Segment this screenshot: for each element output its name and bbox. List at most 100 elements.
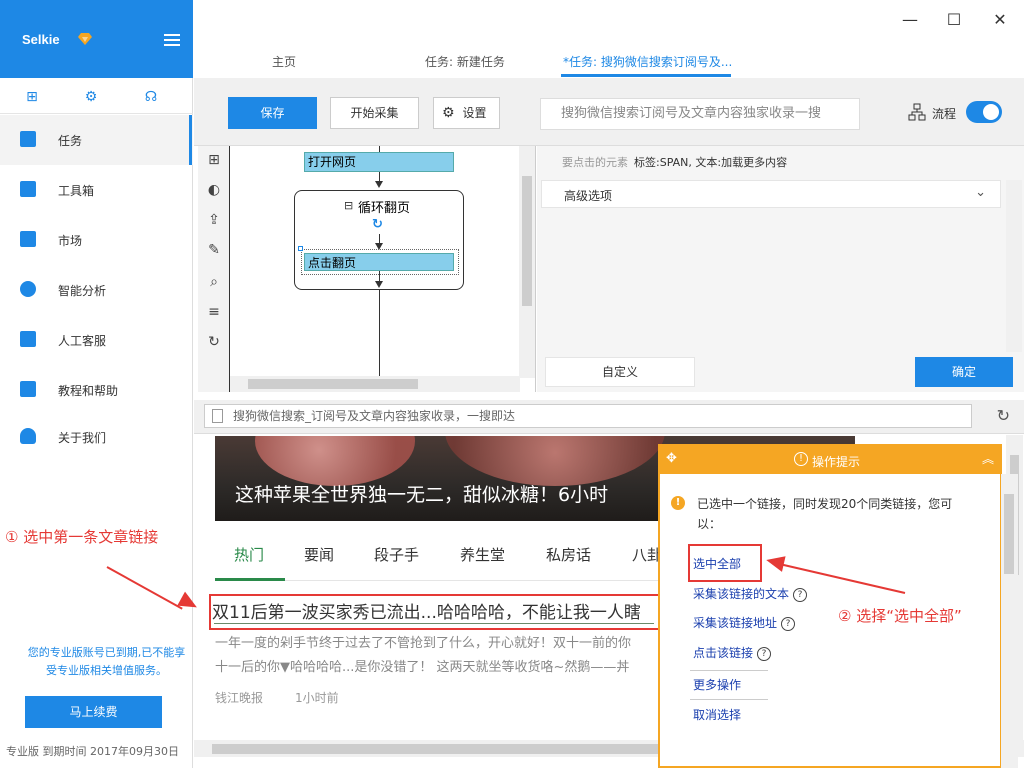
task-doc-icon: [20, 131, 36, 147]
brand-bar: Selkie: [0, 0, 193, 78]
click-link-link[interactable]: 点击该链接?: [693, 644, 772, 661]
help-icon[interactable]: ?: [757, 646, 772, 661]
nav-tab-hot[interactable]: 热门: [234, 544, 264, 565]
gear-icon: ⚙: [442, 105, 455, 121]
tab-home[interactable]: 主页: [272, 53, 296, 70]
selection-handle: [298, 246, 303, 251]
search-input[interactable]: 搜狗微信搜索订阅号及文章内容独家收录一搜: [540, 98, 860, 130]
settings-button[interactable]: ⚙ 设置: [433, 97, 500, 129]
refresh-icon: ↻: [372, 217, 383, 232]
annotation-step-1: ① 选中第一条文章链接: [5, 528, 159, 546]
tips-header[interactable]: ✥ ! 操作提示 ︽: [660, 446, 1000, 474]
save-button[interactable]: 保存: [228, 97, 317, 129]
minimize-icon[interactable]: —: [900, 10, 920, 30]
custom-button[interactable]: 自定义: [545, 357, 695, 387]
properties-scrollbar[interactable]: [1006, 180, 1022, 352]
flow-toggle[interactable]: [966, 101, 1002, 123]
apple-image: [445, 436, 665, 486]
settings-label: 设置: [462, 106, 487, 120]
flow-connector: [379, 290, 380, 376]
sidebar-item-toolbox[interactable]: 工具箱: [0, 165, 193, 215]
tab-new-task[interactable]: 任务: 新建任务: [425, 53, 505, 70]
sidebar-item-label: 智能分析: [58, 284, 107, 298]
sidebar-item-label: 任务: [58, 134, 83, 148]
tips-scrollbar[interactable]: [1001, 474, 1018, 768]
collect-text-label: 采集该链接的文本: [693, 587, 790, 601]
list-icon[interactable]: ≡: [204, 304, 224, 324]
close-icon[interactable]: ✕: [990, 10, 1010, 30]
flow-vertical-scrollbar[interactable]: [519, 146, 535, 378]
collect-url-link[interactable]: 采集该链接地址?: [693, 614, 796, 631]
expire-message: 您的专业版账号已到期,已不能享受专业版相关增值服务。: [27, 646, 186, 677]
reload-icon[interactable]: ↻: [997, 406, 1010, 425]
sidebar-item-label: 人工客服: [58, 334, 107, 348]
collapse-icon[interactable]: ⊟: [344, 199, 353, 212]
sidebar-item-about[interactable]: 关于我们: [0, 412, 193, 462]
collect-text-link[interactable]: 采集该链接的文本?: [693, 585, 808, 602]
target-element-info: 要点击的元素 标签:SPAN, 文本:加载更多内容: [562, 154, 787, 170]
scroll-thumb[interactable]: [212, 744, 662, 754]
mouse-icon[interactable]: ◐: [204, 182, 224, 202]
apple-image: [255, 436, 415, 486]
start-collect-button[interactable]: 开始采集: [330, 97, 419, 129]
flow-connector: [379, 271, 380, 281]
move-icon[interactable]: ✥: [666, 451, 677, 466]
hero-caption: 这种苹果全世界独一无二，甜似冰糖！6小时: [235, 484, 609, 506]
flow-step-open-page[interactable]: 打开网页: [304, 152, 454, 172]
target-label: 要点击的元素: [562, 156, 628, 169]
renew-button[interactable]: 马上续费: [25, 696, 162, 728]
sidebar-item-label: 工具箱: [58, 184, 95, 198]
sidebar-item-label: 关于我们: [58, 431, 107, 445]
nav-tab-health[interactable]: 养生堂: [460, 544, 505, 565]
sidebar-item-support[interactable]: 人工客服: [0, 315, 193, 365]
select-all-highlight-box: [688, 544, 762, 582]
collapse-up-icon[interactable]: ︽: [982, 450, 994, 467]
click-link-label: 点击该链接: [693, 646, 754, 660]
tips-separator: [690, 670, 768, 671]
store-icon: [20, 231, 36, 247]
scroll-thumb[interactable]: [522, 176, 532, 306]
sidebar-item-task[interactable]: 任务: [0, 115, 193, 165]
flow-step-click-next[interactable]: 点击翻页: [304, 253, 454, 271]
sidebar-item-analysis[interactable]: 智能分析: [0, 265, 193, 315]
url-field[interactable]: 搜狗微信搜索_订阅号及文章内容独家收录，一搜即达: [204, 404, 972, 428]
flow-horizontal-scrollbar[interactable]: [230, 376, 520, 392]
hamburger-menu-icon[interactable]: [164, 34, 180, 46]
page-icon: [212, 409, 223, 423]
version-footer: 专业版 到期时间 2017年09月30日: [6, 745, 179, 758]
help-icon[interactable]: ?: [793, 587, 808, 602]
address-bar: 搜狗微信搜索_订阅号及文章内容独家收录，一搜即达 ↻: [194, 400, 1024, 434]
sidebar-item-tutorials[interactable]: 教程和帮助: [0, 365, 193, 415]
edit-icon[interactable]: ✎: [204, 242, 224, 262]
clipboard-plus-icon[interactable]: ⊞: [24, 89, 40, 105]
loop-icon[interactable]: ↻: [204, 334, 224, 354]
advanced-options-dropdown[interactable]: 高级选项 ⌄: [541, 180, 1001, 208]
nav-tab-jokes[interactable]: 段子手: [374, 544, 419, 565]
maximize-icon[interactable]: ☐: [944, 10, 964, 30]
flow-arrow: [375, 181, 383, 188]
sidebar-item-label: 教程和帮助: [58, 384, 119, 398]
loop-label: 循环翻页: [358, 201, 411, 216]
nav-tab-news[interactable]: 要闻: [304, 544, 334, 565]
annotation-step-2: ② 选择“选中全部”: [838, 607, 962, 625]
collect-url-label: 采集该链接地址: [693, 616, 778, 630]
gear-icon[interactable]: ⚙: [83, 89, 99, 105]
ok-button[interactable]: 确定: [915, 357, 1013, 387]
add-step-icon[interactable]: ⊞: [204, 152, 224, 172]
flow-chart-icon: [908, 103, 926, 121]
help-icon[interactable]: ?: [781, 616, 796, 631]
tab-current-task[interactable]: *任务: 搜狗微信搜索订阅号及...: [563, 53, 732, 70]
export-icon[interactable]: ⇪: [204, 212, 224, 232]
scroll-thumb[interactable]: [248, 379, 418, 389]
cancel-selection-link[interactable]: 取消选择: [693, 706, 741, 723]
article-source: 钱江晚报: [215, 691, 264, 705]
sidebar-top-icons: ⊞ ⚙ ☊: [0, 80, 193, 114]
nav-tab-private[interactable]: 私房话: [546, 544, 591, 565]
flow-label: 流程: [932, 107, 957, 121]
article-snippet: 十一后的你▼哈哈哈哈...是你没错了！ 这两天就坐等收货咯~然鹅——丼: [215, 660, 630, 675]
sidebar-item-market[interactable]: 市场: [0, 215, 193, 265]
more-actions-link[interactable]: 更多操作: [693, 676, 741, 693]
scroll-thumb[interactable]: [1004, 494, 1014, 574]
search-step-icon[interactable]: ⌕: [204, 274, 224, 294]
headset-icon[interactable]: ☊: [143, 89, 159, 105]
